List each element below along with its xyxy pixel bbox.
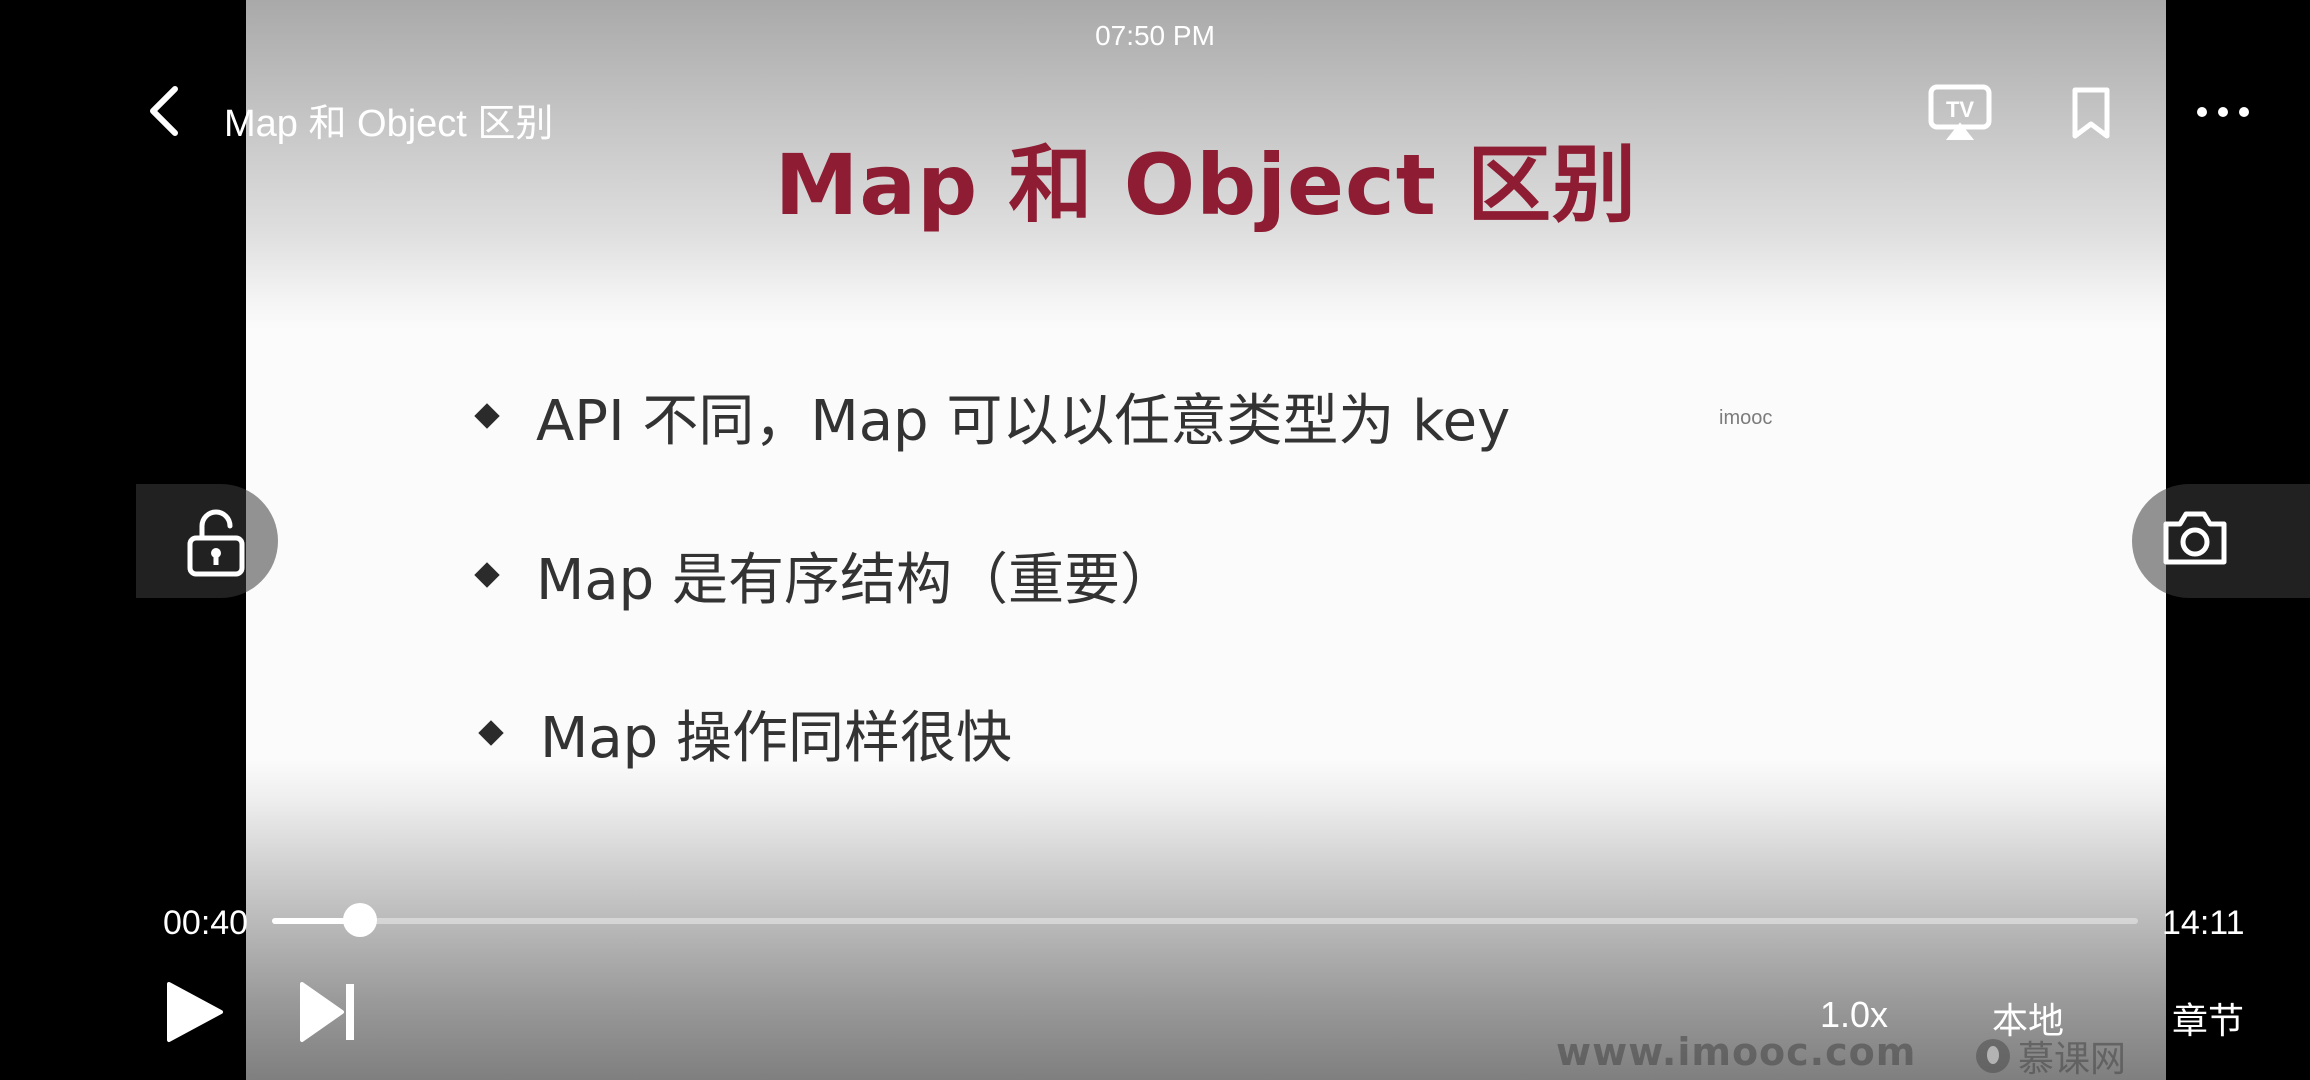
play-icon[interactable] — [165, 980, 225, 1044]
tv-cast-icon[interactable]: TV — [1928, 84, 1992, 142]
video-player-screen: Map 和 Object 区别 API 不同，Map 可以以任意类型为 key … — [0, 0, 2310, 1080]
current-time: 00:40 — [163, 904, 249, 942]
watermark-url: www.imooc.com — [1556, 1030, 1917, 1074]
camera-icon[interactable] — [2160, 508, 2230, 568]
slide-bullet: Map 操作同样很快 — [478, 693, 1012, 773]
seek-handle[interactable] — [342, 903, 377, 937]
seek-bar[interactable] — [272, 918, 2138, 924]
local-button[interactable]: 本地 — [1992, 992, 2064, 1044]
slide-bullet: API 不同，Map 可以以任意类型为 key — [474, 376, 1511, 456]
bullet-text: Map 操作同样很快 — [540, 705, 1012, 771]
chevron-left-icon[interactable] — [145, 85, 185, 137]
diamond-bullet-icon — [478, 720, 504, 746]
slide-bullet: Map 是有序结构（重要） — [474, 535, 1176, 615]
watermark-small: imooc — [1719, 407, 1773, 429]
more-dots-icon[interactable] — [2196, 100, 2250, 124]
skip-next-icon[interactable] — [298, 980, 358, 1044]
bullet-text: API 不同，Map 可以以任意类型为 key — [536, 388, 1511, 454]
video-title: Map 和 Object 区别 — [224, 103, 554, 145]
speed-button[interactable]: 1.0x — [1820, 994, 1888, 1036]
status-clock: 07:50 PM — [1095, 20, 1215, 51]
flame-logo-icon — [1976, 1039, 2010, 1073]
chapters-button[interactable]: 章节 — [2172, 992, 2244, 1044]
diamond-bullet-icon — [474, 562, 500, 588]
total-time: 14:11 — [2162, 904, 2245, 942]
bookmark-icon[interactable] — [2070, 86, 2112, 140]
bullet-text: Map 是有序结构（重要） — [536, 547, 1176, 613]
diamond-bullet-icon — [474, 403, 500, 429]
unlock-icon[interactable] — [186, 506, 246, 578]
svg-text:TV: TV — [1946, 97, 1974, 122]
